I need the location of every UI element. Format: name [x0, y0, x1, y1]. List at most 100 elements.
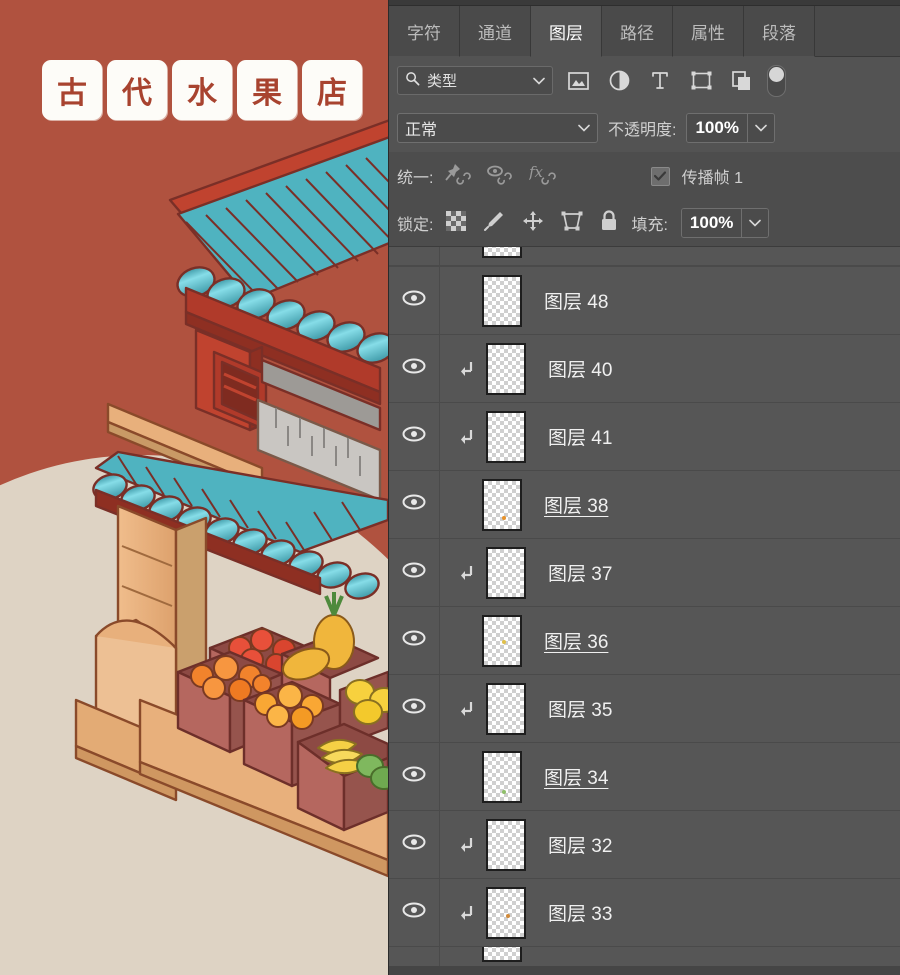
layer-visibility-toggle[interactable]	[389, 539, 440, 606]
layer-thumbnail[interactable]	[482, 614, 522, 667]
layer-row-body[interactable]: 图层 35	[440, 675, 900, 742]
tab-channels[interactable]: 通道	[460, 6, 531, 57]
tab-layers[interactable]: 图层	[531, 6, 602, 57]
layer-visibility-toggle[interactable]	[389, 675, 440, 742]
tab-paths[interactable]: 路径	[602, 6, 673, 57]
layer-row-body[interactable]: 图层 38	[440, 471, 900, 538]
layer-row-body[interactable]: 图层 32	[440, 811, 900, 878]
adjustment-filter-icon[interactable]	[608, 70, 630, 92]
layer-thumbnail[interactable]	[482, 947, 522, 962]
table-row[interactable]: 图层 33	[389, 879, 900, 947]
layer-thumbnail[interactable]	[486, 342, 526, 395]
shape-filter-icon[interactable]	[690, 70, 712, 92]
layer-name[interactable]: 图层 34	[544, 763, 608, 790]
layer-name[interactable]: 图层 36	[544, 627, 608, 654]
layer-thumbnail[interactable]	[482, 750, 522, 803]
layer-name[interactable]: 图层 41	[548, 423, 612, 450]
layer-thumbnail[interactable]	[486, 410, 526, 463]
text-filter-icon[interactable]	[649, 70, 671, 92]
move-lock-icon[interactable]	[522, 210, 544, 237]
eye-icon[interactable]	[402, 902, 426, 923]
table-row[interactable]: 图层 32	[389, 811, 900, 879]
eye-icon[interactable]	[402, 494, 426, 515]
layer-name[interactable]: 图层 32	[548, 831, 612, 858]
chevron-down-icon[interactable]	[746, 114, 774, 142]
lock-all-icon[interactable]	[600, 210, 618, 236]
layer-row-partial-top[interactable]	[389, 247, 900, 267]
layer-list[interactable]: 图层 48 图层 40 图层 41 图层 38 图层 37 图层 36 图层 35 图层 34…	[389, 246, 900, 966]
eye-icon[interactable]	[402, 766, 426, 787]
layer-visibility-toggle[interactable]	[389, 267, 440, 334]
layer-thumbnail[interactable]	[482, 247, 522, 258]
tab-properties[interactable]: 属性	[673, 6, 744, 57]
layer-row-body[interactable]: 图层 37	[440, 539, 900, 606]
layer-name[interactable]: 图层 35	[548, 695, 612, 722]
layer-row-partial-bottom[interactable]	[389, 947, 900, 966]
eye-icon[interactable]	[402, 834, 426, 855]
table-row[interactable]: 图层 37	[389, 539, 900, 607]
eye-icon[interactable]	[402, 426, 426, 447]
eye-link-icon[interactable]	[487, 163, 513, 190]
transparency-lock-icon[interactable]	[446, 210, 467, 236]
opacity-field[interactable]: 100%	[686, 113, 775, 143]
layer-name[interactable]: 图层 33	[548, 899, 612, 926]
layer-visibility-toggle[interactable]	[389, 471, 440, 538]
tab-paragraph[interactable]: 段落	[744, 6, 815, 57]
eye-icon[interactable]	[402, 358, 426, 379]
layer-visibility-toggle[interactable]	[389, 879, 440, 946]
layer-name[interactable]: 图层 37	[548, 559, 612, 586]
layer-name[interactable]: 图层 40	[548, 355, 612, 382]
layer-row-body[interactable]	[440, 947, 900, 966]
layer-visibility-toggle[interactable]	[389, 947, 440, 966]
layer-thumbnail[interactable]	[486, 546, 526, 599]
layer-thumbnail[interactable]	[482, 478, 522, 531]
table-row[interactable]: 图层 48	[389, 267, 900, 335]
layer-visibility-toggle[interactable]	[389, 335, 440, 402]
table-row[interactable]: 图层 40	[389, 335, 900, 403]
layer-row-body[interactable]: 图层 34	[440, 743, 900, 810]
layer-visibility-toggle[interactable]	[389, 607, 440, 674]
layer-visibility-toggle[interactable]	[389, 811, 440, 878]
layer-thumbnail[interactable]	[486, 886, 526, 939]
tab-character[interactable]: 字符	[389, 6, 460, 57]
table-row[interactable]: 图层 41	[389, 403, 900, 471]
blend-mode-select[interactable]: 正常	[397, 113, 598, 143]
layer-visibility-toggle[interactable]	[389, 247, 440, 265]
layer-row-body[interactable]: 图层 40	[440, 335, 900, 402]
layer-filter-type-select[interactable]: 类型	[397, 66, 553, 95]
table-row[interactable]: 图层 34	[389, 743, 900, 811]
filter-toggle-switch[interactable]	[767, 64, 786, 97]
image-filter-icon[interactable]	[567, 70, 589, 92]
layer-row-body[interactable]: 图层 48	[440, 267, 900, 334]
table-row[interactable]: 图层 35	[389, 675, 900, 743]
eye-icon[interactable]	[402, 698, 426, 719]
propagate-frame-checkbox[interactable]	[650, 166, 670, 186]
layer-thumbnail[interactable]	[482, 274, 522, 327]
layer-row-body[interactable]: 图层 33	[440, 879, 900, 946]
layer-thumbnail[interactable]	[486, 818, 526, 871]
layer-row-body[interactable]: 图层 36	[440, 607, 900, 674]
table-row[interactable]: 图层 36	[389, 607, 900, 675]
eye-icon[interactable]	[402, 630, 426, 651]
smart-object-filter-icon[interactable]	[731, 70, 753, 92]
brush-lock-icon[interactable]	[483, 210, 505, 237]
eye-icon[interactable]	[402, 290, 426, 311]
pin-link-icon[interactable]	[445, 163, 472, 190]
layer-row-body[interactable]	[440, 247, 900, 265]
table-row[interactable]: 图层 38	[389, 471, 900, 539]
chevron-down-icon[interactable]	[533, 72, 545, 90]
layer-visibility-toggle[interactable]	[389, 403, 440, 470]
layer-visibility-toggle[interactable]	[389, 743, 440, 810]
table-row[interactable]	[389, 947, 900, 966]
layer-name[interactable]: 图层 38	[544, 491, 608, 518]
fill-field[interactable]: 100%	[680, 208, 770, 238]
layer-row-body[interactable]: 图层 41	[440, 403, 900, 470]
fill-value[interactable]: 100%	[681, 209, 742, 237]
table-row[interactable]	[389, 247, 900, 266]
fx-link-icon[interactable]: fx	[528, 163, 557, 190]
layer-thumbnail[interactable]	[486, 682, 526, 735]
opacity-value[interactable]: 100%	[687, 114, 747, 142]
artboard-lock-icon[interactable]	[561, 211, 583, 236]
chevron-down-icon[interactable]	[741, 209, 769, 237]
eye-icon[interactable]	[402, 562, 426, 583]
